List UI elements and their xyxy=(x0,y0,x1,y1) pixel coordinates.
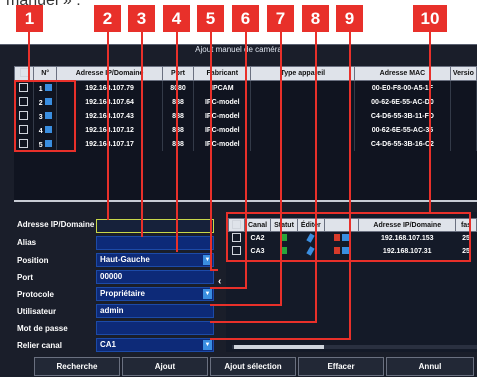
col-ip: Adresse IP/Domaine xyxy=(56,66,163,81)
callout-4: 4 xyxy=(163,5,190,32)
button-bar: Recherche Ajout Ajout sélection Effacer … xyxy=(14,357,477,376)
callout-line-4 xyxy=(176,32,178,252)
dialog-title: Ajout manuel de caméra xyxy=(195,45,282,54)
row-version xyxy=(450,95,477,109)
add-selection-button[interactable]: Ajout sélection xyxy=(210,357,296,376)
row-version xyxy=(450,80,477,95)
col-maker: Fabricant xyxy=(193,66,252,81)
row-maker: IPC-model xyxy=(193,95,252,109)
protocol-value: Propriétaire xyxy=(100,289,145,298)
row-port: 888 xyxy=(162,95,195,109)
cancel-button[interactable]: Annul xyxy=(386,357,474,376)
position-value: Haut-Gauche xyxy=(100,255,150,264)
callout-line-9 xyxy=(349,32,351,338)
col-number: N° xyxy=(33,66,58,81)
row-mac: C4-D6-55-3B-16-C2 xyxy=(354,137,451,151)
scrollbar-thumb[interactable] xyxy=(234,345,324,349)
callout-line-3 xyxy=(141,32,143,237)
callout-line-10 xyxy=(429,32,431,212)
ip-label: Adresse IP/Domaine xyxy=(17,220,95,229)
row-version xyxy=(450,109,477,123)
chevron-down-icon[interactable]: ▼ xyxy=(203,289,212,299)
add-button[interactable]: Ajout xyxy=(122,357,208,376)
chevron-down-icon[interactable]: ▼ xyxy=(203,340,212,350)
row-port: 8080 xyxy=(162,80,195,95)
callout-line-9b xyxy=(210,338,351,340)
delete-button[interactable]: Effacer xyxy=(298,357,384,376)
position-select[interactable]: Haut-Gauche ▼ xyxy=(96,253,214,267)
callout-line-8 xyxy=(315,32,317,322)
callout-2: 2 xyxy=(94,5,121,32)
row-type xyxy=(250,95,356,109)
user-label: Utilisateur xyxy=(17,307,57,316)
channel-select[interactable]: CA1 ▼ xyxy=(96,338,214,352)
callout-line-5 xyxy=(210,32,212,270)
callout-box-1 xyxy=(14,80,76,152)
col-mac: Adresse MAC xyxy=(354,66,451,81)
callout-3: 3 xyxy=(128,5,155,32)
callout-5: 5 xyxy=(197,5,224,32)
row-version xyxy=(450,123,477,137)
row-type xyxy=(250,123,356,137)
protocol-select[interactable]: Propriétaire ▼ xyxy=(96,287,214,301)
row-port: 888 xyxy=(162,109,195,123)
row-type xyxy=(250,137,356,151)
row-maker: IPC-model xyxy=(193,109,252,123)
protocol-label: Protocole xyxy=(17,290,54,299)
callout-10: 10 xyxy=(413,5,447,32)
port-field[interactable]: 00000 xyxy=(96,270,214,284)
col-type: Type appareil xyxy=(250,66,356,81)
callout-9: 9 xyxy=(336,5,363,32)
callout-line-8b xyxy=(210,321,317,323)
row-mac: 00-62-6E-55-AC-35 xyxy=(354,123,451,137)
col-version: Versio xyxy=(449,66,477,81)
callout-line-7 xyxy=(280,32,282,305)
password-field[interactable] xyxy=(96,321,214,335)
channel-label: Relier canal xyxy=(17,341,62,350)
row-maker: IPCAM xyxy=(193,80,252,95)
row-mac: C4-D6-55-3B-11-FD xyxy=(354,109,451,123)
callout-line-2 xyxy=(107,32,109,220)
channel-value: CA1 xyxy=(100,340,117,349)
password-label: Mot de passe xyxy=(17,324,68,333)
alias-field[interactable] xyxy=(96,236,214,250)
callout-line-1 xyxy=(28,32,30,80)
ip-field[interactable] xyxy=(96,219,214,233)
row-type xyxy=(250,80,356,95)
row-mac: 00-E0-F8-00-A5-1F xyxy=(354,80,451,95)
row-mac: 00-62-6E-55-AC-D0 xyxy=(354,95,451,109)
callout-7: 7 xyxy=(267,5,294,32)
position-label: Position xyxy=(17,256,49,265)
row-maker: IPC-model xyxy=(193,123,252,137)
col-select[interactable] xyxy=(13,66,35,81)
row-version xyxy=(450,137,477,151)
row-type xyxy=(250,109,356,123)
row-maker: IPC-model xyxy=(193,137,252,151)
callout-8: 8 xyxy=(302,5,329,32)
callout-6: 6 xyxy=(232,5,259,32)
row-port: 888 xyxy=(162,123,195,137)
callout-line-7b xyxy=(210,304,282,306)
col-port: Port xyxy=(161,66,195,81)
row-port: 888 xyxy=(162,137,195,151)
callout-1: 1 xyxy=(16,5,43,32)
user-field[interactable]: admin xyxy=(96,304,214,318)
port-label: Port xyxy=(17,273,33,282)
search-button[interactable]: Recherche xyxy=(34,357,120,376)
callout-line-5b xyxy=(210,269,218,271)
callout-box-10 xyxy=(226,212,471,262)
callout-line-6b xyxy=(210,287,247,289)
alias-label: Alias xyxy=(17,238,37,247)
collapse-arrow-icon[interactable]: ‹ xyxy=(218,276,221,287)
